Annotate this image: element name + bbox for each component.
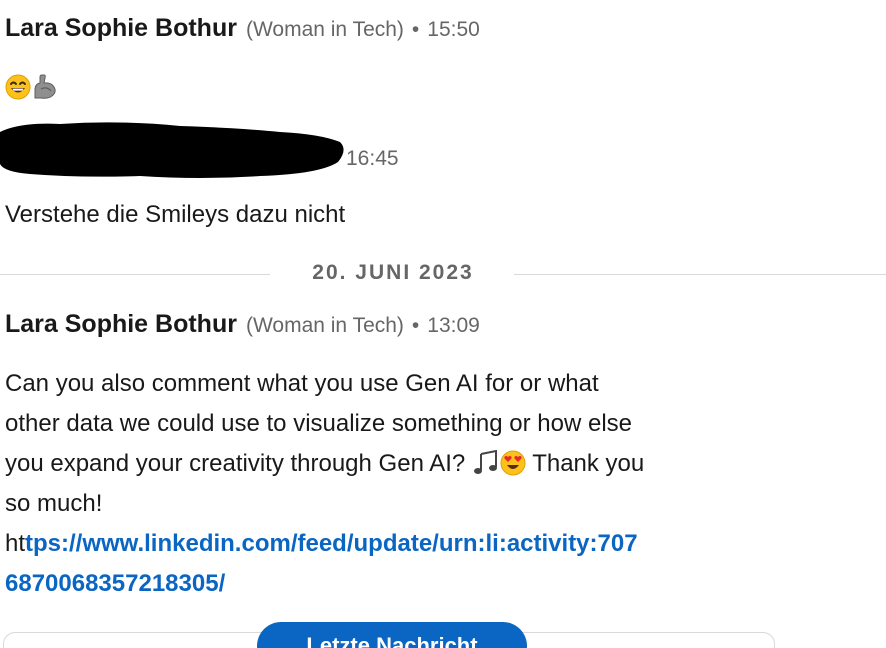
message-time: 16:45 (346, 147, 399, 170)
smiling-face-heart-eyes-icon (500, 450, 526, 476)
message-text: you expand your creativity through Gen A… (5, 450, 466, 477)
activity-link[interactable]: 6870068357218305/ (5, 570, 225, 597)
message-thread: Lara Sophie Bothur (Woman in Tech) • 15:… (0, 0, 886, 648)
sender-name[interactable]: Lara Sophie Bothur (5, 310, 237, 339)
activity-link[interactable]: tps://www.linkedin.com/feed/update/urn:l… (25, 530, 638, 557)
sender-name[interactable]: Lara Sophie Bothur (5, 14, 237, 43)
message-text: Thank you (532, 450, 645, 477)
link-line: https://www.linkedin.com/feed/update/urn… (5, 524, 805, 564)
message-header: Lara Sophie Bothur (Woman in Tech) • 15:… (5, 14, 480, 43)
date-label: 20. JUNI 2023 (312, 261, 474, 284)
date-divider: 20. JUNI 2023 (0, 258, 886, 290)
message-body: Can you also comment what you use Gen AI… (5, 364, 805, 604)
link-prefix-text: ht (5, 530, 26, 557)
divider-line (0, 274, 270, 275)
message-header: Lara Sophie Bothur (Woman in Tech) • 13:… (5, 310, 480, 339)
sender-headline: (Woman in Tech) (245, 314, 404, 337)
divider-line (514, 274, 886, 275)
latest-message-button[interactable]: Letzte Nachricht (257, 622, 527, 648)
link-line: 6870068357218305/ (5, 564, 805, 604)
sender-headline: (Woman in Tech) (245, 18, 404, 41)
redaction-mark (0, 122, 344, 178)
separator-dot: • (411, 18, 420, 41)
message-line: Can you also comment what you use Gen AI… (5, 370, 599, 397)
musical-notes-icon (473, 450, 497, 474)
message-time: 13:09 (427, 314, 480, 337)
message-body (5, 68, 59, 108)
message-line: so much! (5, 490, 103, 517)
message-time: 15:50 (427, 18, 480, 41)
message-body: Verstehe die Smileys dazu nicht (5, 201, 346, 228)
message-line: other data we could use to visualize som… (5, 410, 633, 437)
flexed-biceps-icon (34, 74, 56, 99)
message-line: you expand your creativity through Gen A… (5, 444, 805, 484)
grinning-face-smiling-eyes-icon (5, 74, 31, 100)
separator-dot: • (411, 314, 420, 337)
